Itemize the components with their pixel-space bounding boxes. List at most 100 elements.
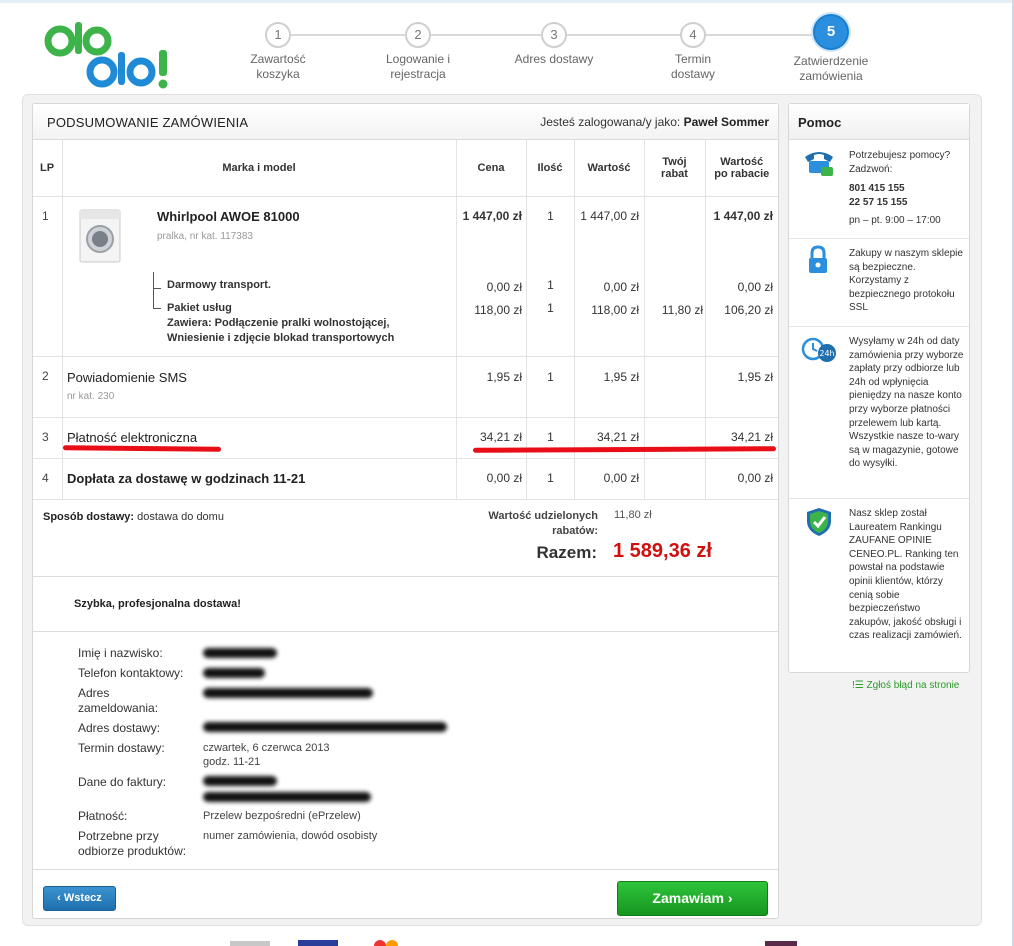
col-discount: Twój rabat [644,140,706,197]
row-after: 1 447,00 zł [713,209,773,223]
payment-value: Przelew bezpośredni (ePrzelew) [203,810,361,822]
addon-name: Pakiet usług [167,302,232,314]
addon-detail: Zawiera: Podłączenie pralki wolnostojące… [167,317,395,344]
help-shipping-section: 24h Wysyłamy w 24h od daty zamówienia pr… [789,327,969,499]
step-number: 1 [265,22,291,48]
row-qty: 1 [547,430,554,444]
row-price: 0,00 zł [486,471,522,485]
step-number: 2 [405,22,431,48]
col-price: Cena [456,140,527,197]
col-after-discount: Wartość po rabacie [705,140,778,197]
step-number: 4 [680,22,706,48]
redacted-invoice [203,792,371,802]
discount-total-label: Wartość udzielonych rabatów: [488,510,598,537]
delivery-method: Sposób dostawy: dostawa do domu [43,511,224,523]
row-value: 1,95 zł [603,370,639,384]
step-cart[interactable]: 1 Zawartość koszyka [218,22,338,82]
logged-prefix: Jesteś zalogowana/y jako: [540,115,681,129]
report-error-link[interactable]: !☰ Zgłoś błąd na stronie [852,680,959,691]
row-value: 1 447,00 zł [580,209,639,223]
payment-logo [230,941,270,946]
payment-label: Płatność: [78,809,128,823]
order-button[interactable]: Zamawiam › [617,881,768,916]
discount-total-value: 11,80 zł [614,509,652,521]
logo-ole-1 [44,22,112,57]
step-number: 5 [813,14,849,50]
product-name: Dopłata za dostawę w godzinach 11-21 [67,471,306,486]
lock-icon [809,245,827,273]
table-row: 2 [33,356,778,418]
help-secure-section: Zakupy w naszym sklepie są bezpieczne. K… [789,239,969,327]
top-border [0,0,1014,3]
delivery-address-label: Adres dostawy: [78,721,161,735]
addon-name: Darmowy transport. [167,279,271,291]
step-number: 3 [541,22,567,48]
total-label: Razem: [536,543,597,562]
clock-24h-icon: 24h [801,337,836,362]
logged-user: Paweł Sommer [683,115,769,129]
row-price: 1 447,00 zł [462,209,522,223]
row-price: 34,21 zł [479,430,522,444]
logo-ole-2 [86,50,168,89]
help-phone-section: Potrzebujesz pomocy? Zadzwoń: 801 415 15… [789,141,969,239]
required-label: Potrzebne przy odbiorze produktów: [78,829,187,858]
redacted-name [203,648,277,658]
help-shipping-text: Wysyłamy w 24h od daty zamówienia przy w… [849,336,964,470]
help-secure-text: Zakupy w naszym sklepie są bezpieczne. K… [849,248,963,314]
row-qty: 1 [547,370,554,384]
payment-logos-strip [230,940,797,946]
row-qty: 1 [547,471,554,485]
help-header: Pomoc [789,104,969,140]
redacted-delivery-address [203,722,447,732]
step-term[interactable]: 4 Termin dostawy [633,22,753,82]
product-name: Powiadomienie SMS [67,370,187,385]
oleole-logo[interactable] [42,22,192,92]
divider [33,631,778,632]
col-qty: Ilość [526,140,575,197]
step-label: Zawartość koszyka [250,52,306,81]
row-value: 0,00 zł [603,471,639,485]
help-phone-1[interactable]: 801 415 155 [849,182,905,196]
row-after: 0,00 zł [737,471,773,485]
step-confirm: 5 Zatwierdzenie zamówienia [771,14,891,84]
washing-machine-image[interactable] [78,208,122,264]
table-header-row: LP Marka i model Cena Ilość Wartość Twój… [33,140,778,197]
row-lp: 2 [33,356,63,418]
required-value: numer zamówienia, dowód osobisty [203,830,378,842]
report-label: Zgłoś błąd na stronie [866,680,960,691]
addon-price: 118,00 zł [474,303,522,317]
addon-after: 0,00 zł [737,280,773,294]
term-label: Termin dostawy: [78,741,165,755]
addon-discount: 11,80 zł [661,303,703,317]
chevron-left-icon: ‹ [57,892,61,904]
chevron-right-icon: › [727,890,733,906]
addon-after: 106,20 zł [724,303,773,317]
row-qty: 1 [547,209,554,223]
redacted-invoice [203,776,277,786]
product-name: Płatność elektroniczna [67,430,198,445]
row-value: 34,21 zł [596,430,639,444]
tree-connector [153,308,161,309]
help-phone-2[interactable]: 22 57 15 155 [849,196,907,210]
svg-text:24h: 24h [819,349,834,358]
logged-in-info: Jesteś zalogowana/y jako: Paweł Sommer [540,115,769,129]
summary-title: PODSUMOWANIE ZAMÓWIENIA [47,115,249,130]
product-name[interactable]: Whirlpool AWOE 81000 [157,209,300,224]
payment-logo [765,941,797,946]
back-button[interactable]: ‹ Wstecz [43,886,116,911]
row-after: 1,95 zł [737,370,773,384]
redacted-address [203,688,373,698]
payment-logo [386,940,398,946]
address-label: Adres zameldowania: [78,686,159,715]
back-label: Wstecz [63,892,102,904]
row-lp: 4 [33,458,63,500]
step-login[interactable]: 2 Logowanie i rejestracja [358,22,478,82]
row-lp: 1 [33,196,63,357]
help-award-section: Nasz sklep został Laureatem Rankingu ZAU… [789,499,969,673]
help-title: Pomoc [798,115,842,130]
addon-value: 118,00 zł [591,303,639,317]
step-address[interactable]: 3 Adres dostawy [494,22,614,67]
help-hours: pn – pt. 9:00 – 17:00 [849,215,941,226]
phone-label: Telefon kontaktowy: [78,666,184,680]
col-value: Wartość [574,140,645,197]
